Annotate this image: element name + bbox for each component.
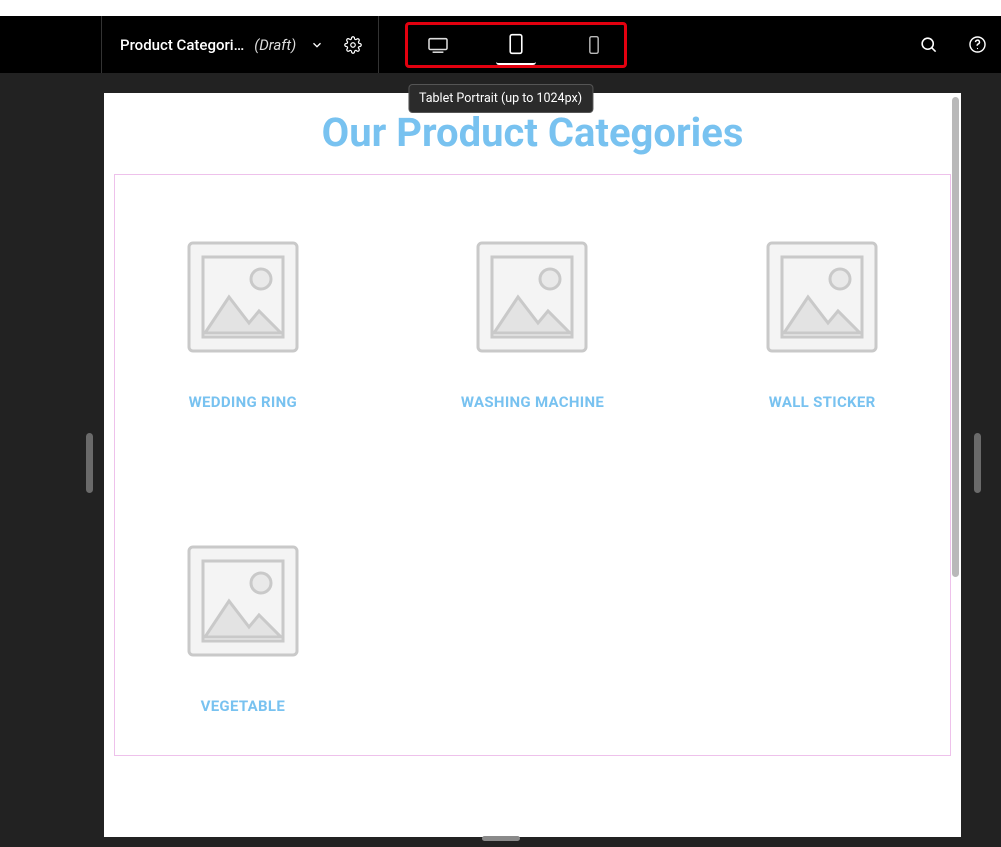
categories-grid: WEDDING RING WASHING MACHINE (143, 237, 922, 715)
placeholder-image-icon (183, 541, 303, 661)
category-label: WEDDING RING (143, 393, 343, 411)
bottom-resize-handle[interactable] (482, 836, 520, 841)
category-label: WASHING MACHINE (433, 393, 633, 411)
category-item[interactable]: WEDDING RING (143, 237, 343, 411)
page-status: (Draft) (254, 36, 296, 54)
responsive-device-switcher (405, 22, 627, 68)
device-tooltip: Tablet Portrait (up to 1024px) (408, 84, 593, 113)
browser-top-strip (0, 0, 1001, 16)
page-title: Product Categori… (120, 36, 244, 54)
category-item[interactable]: VEGETABLE (143, 541, 343, 715)
page-title-block: Product Categori… (Draft) (102, 16, 379, 73)
chevron-down-icon[interactable] (310, 38, 324, 52)
category-item[interactable]: WASHING MACHINE (433, 237, 633, 411)
mobile-view-button[interactable] (574, 25, 614, 65)
gear-icon[interactable] (344, 36, 362, 54)
placeholder-image-icon (472, 237, 592, 357)
left-panel-scrollbar[interactable] (86, 433, 93, 493)
canvas-scrollbar[interactable] (952, 97, 959, 577)
editor-canvas: Our Product Categories WEDDING RING (104, 93, 961, 837)
categories-container[interactable]: WEDDING RING WASHING MACHINE (114, 174, 951, 756)
right-panel-scrollbar[interactable] (974, 433, 981, 493)
search-icon[interactable] (919, 35, 938, 54)
topbar-right-actions (919, 16, 987, 73)
category-item[interactable]: WALL STICKER (722, 237, 922, 411)
category-label: VEGETABLE (143, 697, 343, 715)
category-label: WALL STICKER (722, 393, 922, 411)
editor-topbar: Product Categori… (Draft) (0, 16, 1001, 73)
placeholder-image-icon (762, 237, 882, 357)
tablet-view-button[interactable] (496, 25, 536, 65)
help-icon[interactable] (968, 35, 987, 54)
placeholder-image-icon (183, 237, 303, 357)
topbar-left-spacer (0, 16, 102, 73)
desktop-view-button[interactable] (418, 25, 458, 65)
